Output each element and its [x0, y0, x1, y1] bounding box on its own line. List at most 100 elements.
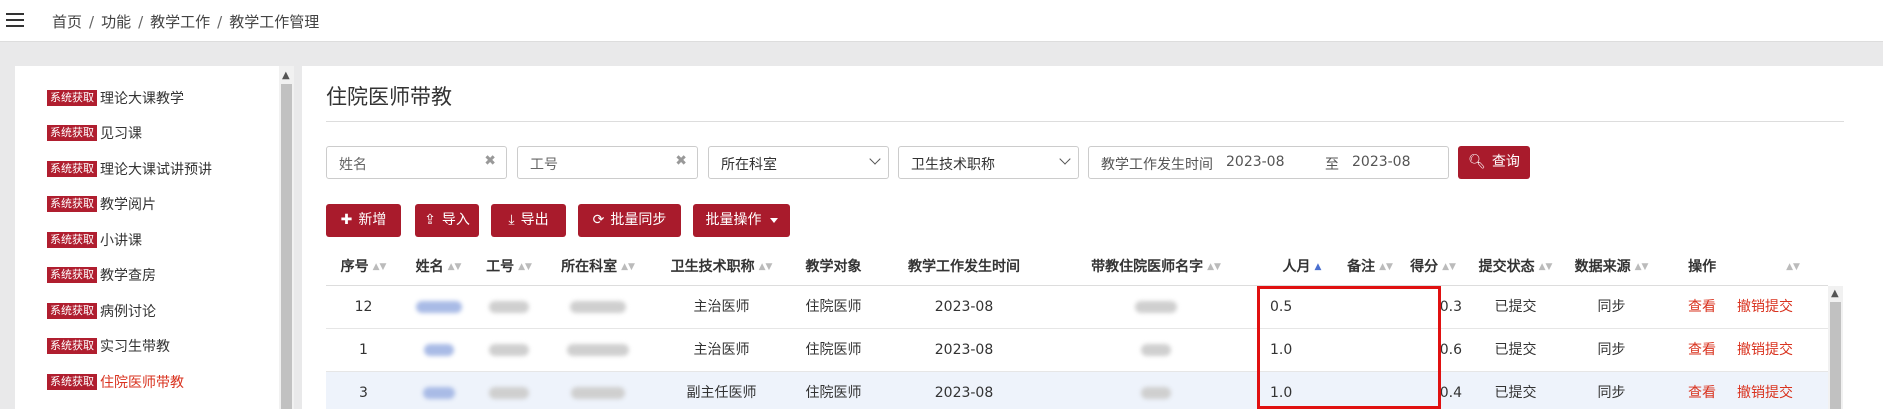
scroll-up-icon[interactable]: ▲ [282, 70, 290, 81]
sidebar-scrollbar[interactable]: ▲ [279, 66, 294, 409]
col-id[interactable]: 工号 ▲▼ [476, 248, 542, 286]
cell-date: 2023-08 [934, 342, 994, 358]
cell-id [476, 372, 542, 409]
cell-status: 已提交 [1494, 299, 1537, 315]
col-department[interactable]: 所在科室 ▲▼ [542, 248, 654, 286]
view-link[interactable]: 查看 [1682, 372, 1722, 409]
col-status[interactable]: 提交状态 ▲▼ [1468, 248, 1563, 286]
sidebar-item-label: 病例讨论 [100, 304, 156, 320]
sidebar-item-ward-round[interactable]: 系统获取 教学查房 [47, 265, 156, 287]
search-button-label: 查询 [1491, 154, 1520, 170]
revoke-submit-link[interactable]: 撤销提交 [1730, 286, 1800, 329]
sidebar-item-theory-lecture[interactable]: 系统获取 理论大课教学 [47, 88, 184, 110]
sidebar-item-case-discussion[interactable]: 系统获取 病例讨论 [47, 301, 156, 323]
sort-icon: ▲▼ [1786, 262, 1800, 272]
cell-resident-name [1050, 372, 1262, 409]
sidebar-item-label: 住院医师带教 [100, 375, 184, 391]
add-button[interactable]: ✚ 新增 [326, 204, 401, 237]
system-badge: 系统获取 [47, 338, 97, 354]
col-target[interactable]: 教学对象 [789, 248, 878, 286]
cell-id [476, 286, 542, 329]
breadcrumb-home[interactable]: 首页 [52, 13, 82, 31]
search-button[interactable]: 🔍︎ 查询 [1458, 146, 1530, 179]
top-bar: 首页 / 功能 / 教学工作 / 教学工作管理 [0, 0, 1883, 42]
table-header: 序号 ▲▼ 姓名 ▲▼ 工号 ▲▼ 所在科室 ▲▼ 卫生技术职称 ▲▼ 教学对象 教学工作… [326, 248, 1828, 286]
cell-status: 已提交 [1494, 342, 1537, 358]
main-panel: 住院医师带教 姓名 ✖ 工号 ✖ 所在科室 卫生技术职称 教学工作发生时间 20… [302, 66, 1883, 409]
breadcrumb-function[interactable]: 功能 [101, 13, 131, 31]
sidebar-item-label: 理论大课试讲预讲 [100, 162, 212, 178]
import-button-label: 导入 [441, 212, 470, 228]
cell-name[interactable] [401, 286, 476, 329]
clear-icon[interactable]: ✖ [675, 153, 687, 169]
breadcrumb-teaching-management: 教学工作管理 [229, 13, 320, 31]
name-input[interactable]: 姓名 ✖ [326, 146, 507, 179]
scroll-up-icon[interactable]: ▲ [1831, 288, 1839, 299]
sidebar-item-resident-teaching[interactable]: 系统获取 住院医师带教 [47, 372, 184, 394]
batch-sync-button[interactable]: ⟳ 批量同步 [578, 204, 681, 237]
breadcrumb-teaching-work[interactable]: 教学工作 [150, 13, 210, 31]
revoke-submit-link[interactable]: 撤销提交 [1730, 329, 1800, 372]
sidebar-item-label: 教学查房 [100, 268, 156, 284]
table-row: 12 主治医师 住院医师 2023-08 0.5 0.3 已提交 同步 查看 撤… [326, 286, 1828, 329]
sidebar-item-observation-class[interactable]: 系统获取 见习课 [47, 123, 142, 145]
sort-icon: ▲▼ [1379, 262, 1393, 272]
cell-name[interactable] [401, 372, 476, 409]
system-badge: 系统获取 [47, 90, 97, 106]
export-button-label: 导出 [520, 212, 549, 228]
refresh-icon: ⟳ [592, 212, 605, 228]
col-date[interactable]: 教学工作发生时间 [878, 248, 1050, 286]
department-select[interactable]: 所在科室 [708, 146, 889, 179]
page-title: 住院医师带教 [326, 85, 452, 109]
col-source[interactable]: 数据来源 ▲▼ [1563, 248, 1660, 286]
col-title[interactable]: 卫生技术职称 ▲▼ [654, 248, 789, 286]
view-link[interactable]: 查看 [1682, 329, 1722, 372]
cell-seq: 12 [354, 299, 373, 315]
id-input[interactable]: 工号 ✖ [517, 146, 698, 179]
col-resident-name[interactable]: 带教住院医师名字 ▲▼ [1050, 248, 1262, 286]
revoke-submit-link[interactable]: 撤销提交 [1730, 372, 1800, 409]
department-placeholder: 所在科室 [721, 157, 777, 173]
sidebar-item-trial-lecture[interactable]: 系统获取 理论大课试讲预讲 [47, 159, 212, 181]
menu-icon[interactable] [6, 13, 24, 27]
title-select[interactable]: 卫生技术职称 [898, 146, 1079, 179]
system-badge: 系统获取 [47, 267, 97, 283]
sidebar-item-label: 实习生带教 [100, 339, 170, 355]
export-button[interactable]: ⤓ 导出 [491, 204, 566, 237]
sidebar-item-small-lecture[interactable]: 系统获取 小讲课 [47, 230, 142, 252]
col-seq[interactable]: 序号 ▲▼ [326, 248, 401, 286]
sort-icon: ▲▼ [372, 262, 387, 272]
batch-operation-dropdown[interactable]: 批量操作 [693, 204, 790, 237]
sidebar: 系统获取 理论大课教学 系统获取 见习课 系统获取 理论大课试讲预讲 系统获取 教学阅片… [15, 66, 279, 409]
cell-source: 同步 [1597, 342, 1626, 358]
chevron-down-icon [1059, 153, 1071, 165]
cell-title: 主治医师 [693, 342, 750, 358]
id-placeholder: 工号 [530, 157, 558, 173]
col-name[interactable]: 姓名 ▲▼ [401, 248, 476, 286]
sidebar-item-intern-teaching[interactable]: 系统获取 实习生带教 [47, 336, 170, 358]
col-remark[interactable]: 备注 ▲▼ [1342, 248, 1398, 286]
batch-operation-label: 批量操作 [705, 212, 762, 228]
col-person-months[interactable]: 人月 ▲ [1262, 248, 1342, 286]
chevron-down-icon [869, 153, 881, 165]
cell-name[interactable] [401, 329, 476, 372]
view-link[interactable]: 查看 [1682, 286, 1722, 329]
scrollbar-thumb[interactable] [281, 84, 292, 409]
date-from-value[interactable]: 2023-08 [1226, 154, 1285, 170]
batch-sync-label: 批量同步 [610, 212, 667, 228]
clear-icon[interactable]: ✖ [484, 153, 496, 169]
system-badge: 系统获取 [47, 125, 97, 141]
date-range-input[interactable]: 教学工作发生时间 2023-08 至 2023-08 [1088, 146, 1449, 179]
search-icon: 🔍︎ [1468, 154, 1486, 170]
sidebar-item-film-reading[interactable]: 系统获取 教学阅片 [47, 194, 156, 216]
scrollbar-thumb[interactable] [1830, 302, 1841, 409]
table-scrollbar[interactable]: ▲ [1828, 286, 1843, 409]
table-row: 1 主治医师 住院医师 2023-08 1.0 0.6 已提交 同步 查看 撤销… [326, 329, 1828, 372]
sidebar-item-label: 理论大课教学 [100, 91, 184, 107]
download-icon: ⤓ [508, 212, 515, 228]
cell-target: 住院医师 [805, 385, 862, 401]
date-to-value[interactable]: 2023-08 [1352, 154, 1411, 170]
col-score[interactable]: 得分 ▲▼ [1398, 248, 1468, 286]
import-button[interactable]: ⇪ 导入 [415, 204, 479, 237]
cell-target: 住院医师 [805, 299, 862, 315]
